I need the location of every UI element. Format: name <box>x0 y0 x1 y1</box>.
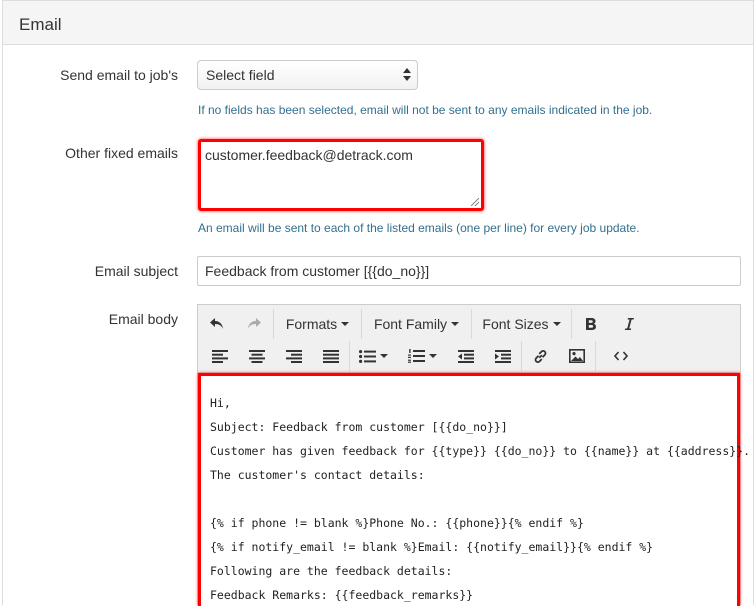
source-code-button[interactable] <box>596 341 646 371</box>
body-line: The customer's contact details: <box>210 468 425 482</box>
send-email-to-select[interactable]: Select field <box>197 60 418 90</box>
send-email-to-selected: Select field <box>206 67 275 83</box>
list-indent-group <box>350 341 522 371</box>
font-sizes-label: Font Sizes <box>482 316 549 332</box>
italic-button[interactable] <box>610 309 648 339</box>
body-line: Customer has given feedback for {{type}}… <box>210 444 751 458</box>
text-style-group <box>572 309 650 339</box>
resize-grip-icon[interactable] <box>471 198 479 206</box>
body-line: Subject: Feedback from customer [{{do_no… <box>210 420 508 434</box>
other-fixed-emails-help: An email will be sent to each of the lis… <box>198 221 640 235</box>
redo-icon <box>248 318 262 329</box>
body-line: Hi, <box>210 396 231 410</box>
bullet-list-icon <box>359 349 377 363</box>
code-group <box>596 341 646 371</box>
numbered-list-caret-icon <box>429 354 438 358</box>
body-line: {% if phone != blank %}Phone No.: {{phon… <box>210 516 584 530</box>
font-sizes-caret-icon <box>552 322 561 326</box>
bold-button[interactable] <box>572 309 610 339</box>
indent-icon <box>494 349 511 363</box>
align-right-icon <box>285 349 302 363</box>
send-email-to-help: If no fields has been selected, email wi… <box>198 103 653 117</box>
italic-icon <box>624 318 634 330</box>
panel-title: Email <box>3 1 753 45</box>
body-line: Following are the feedback details: <box>210 564 453 578</box>
email-subject-label: Email subject <box>94 263 178 279</box>
other-fixed-emails-value: customer.feedback@detrack.com <box>205 147 413 163</box>
undo-button[interactable] <box>198 309 236 339</box>
numbered-list-icon <box>408 349 426 363</box>
font-sizes-dropdown[interactable]: Font Sizes <box>472 309 571 339</box>
alignment-group <box>202 341 350 371</box>
bold-icon <box>586 318 596 330</box>
numbered-list-button[interactable] <box>398 341 448 371</box>
align-justify-button[interactable] <box>312 341 349 371</box>
link-icon <box>534 349 547 363</box>
image-icon <box>568 349 585 363</box>
other-fixed-emails-label: Other fixed emails <box>65 145 178 161</box>
bullet-list-caret-icon <box>380 354 389 358</box>
font-family-dropdown[interactable]: Font Family <box>362 309 471 339</box>
outdent-icon <box>457 349 474 363</box>
redo-button[interactable] <box>236 309 274 339</box>
bullet-list-button[interactable] <box>350 341 398 371</box>
history-group <box>198 309 274 339</box>
font-family-label: Font Family <box>373 316 448 332</box>
body-line: {% if notify_email != blank %}Email: {{n… <box>210 540 654 554</box>
email-subject-input[interactable]: Feedback from customer [{{do_no}}] <box>197 256 741 286</box>
undo-icon <box>209 318 223 329</box>
indent-button[interactable] <box>484 341 521 371</box>
send-email-to-label: Send email to job's <box>60 67 178 83</box>
font-family-group: Font Family <box>362 309 472 339</box>
code-icon <box>614 351 628 361</box>
email-body-editor: Formats Font Family Font Sizes Hi, Subje… <box>197 304 750 606</box>
formats-label: Formats <box>285 316 338 332</box>
insert-group <box>522 341 596 371</box>
align-center-button[interactable] <box>239 341 276 371</box>
font-family-caret-icon <box>451 322 460 326</box>
align-center-icon <box>249 349 266 363</box>
select-arrows-icon <box>403 68 411 82</box>
email-body-label: Email body <box>108 311 178 327</box>
editor-toolbar: Formats Font Family Font Sizes <box>198 305 740 373</box>
image-button[interactable] <box>559 341 596 371</box>
align-justify-icon <box>322 349 339 363</box>
formats-caret-icon <box>341 322 350 326</box>
link-button[interactable] <box>522 341 559 371</box>
align-right-button[interactable] <box>276 341 313 371</box>
formats-group: Formats <box>274 309 362 339</box>
email-body-content[interactable]: Hi, Subject: Feedback from customer [{{d… <box>198 373 750 606</box>
font-sizes-group: Font Sizes <box>472 309 572 339</box>
body-line: Feedback Remarks: {{feedback_remarks}} <box>210 588 474 602</box>
formats-dropdown[interactable]: Formats <box>274 309 361 339</box>
other-fixed-emails-textarea[interactable]: customer.feedback@detrack.com <box>198 139 484 211</box>
align-left-icon <box>212 349 229 363</box>
email-subject-value: Feedback from customer [{{do_no}}] <box>205 263 430 279</box>
align-left-button[interactable] <box>202 341 239 371</box>
outdent-button[interactable] <box>447 341 484 371</box>
